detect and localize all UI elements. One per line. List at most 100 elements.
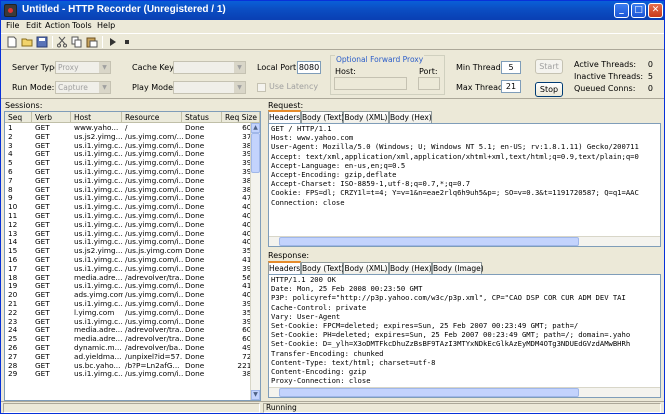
table-row[interactable]: 12 GET us.i1.yimg.c.../us.yimg.com/i... Don… — [5, 220, 256, 230]
menu-tools[interactable]: Tools — [72, 21, 92, 30]
scroll-thumb[interactable] — [251, 133, 260, 173]
max-threads-input[interactable]: 21 — [501, 80, 521, 93]
table-cell: Done — [185, 308, 205, 317]
table-row[interactable]: 28 GET us.bc.yaho.../b?P=Ln2afG... Done 2219 — [5, 362, 256, 371]
play-mode-select[interactable]: ▼ — [173, 81, 246, 94]
table-cell: dynamic.m... — [74, 343, 122, 352]
table-row[interactable]: 26GETdynamic.m.../adrevolver/ba...Done49… — [5, 343, 256, 353]
scroll-up-icon[interactable]: ▲ — [251, 123, 260, 133]
table-row[interactable]: 15 GET us.js2.yimg.../us.js.yimg.com... Don… — [5, 247, 256, 256]
table-row[interactable]: 2GETus.js2.yimg.../us.yimg.com/...Done37… — [5, 132, 256, 142]
column-header-host[interactable]: Host — [71, 112, 122, 123]
table-row[interactable]: 24 GET media.adre.../adrevolver/tra... Done… — [5, 326, 256, 335]
paste-icon[interactable] — [86, 36, 98, 48]
table-row[interactable]: 20GETads.yimg.com/us.yimg.com/i...Done40… — [5, 291, 256, 300]
table-row[interactable]: 17 GET us.i1.yimg.c.../us.yimg.com/i... Don… — [5, 264, 256, 274]
table-row[interactable]: 4 GET us.i1.yimg.c.../us.yimg.com/i... Done… — [5, 150, 256, 159]
cut-icon[interactable] — [56, 36, 68, 48]
stop-icon[interactable] — [121, 36, 133, 48]
table-row[interactable]: 9 GET us.i1.yimg.c.../us.yimg.com/i... Done… — [5, 194, 256, 203]
minimize-button[interactable]: _ — [614, 3, 629, 18]
table-row[interactable]: 25 GET media.adre.../adrevolver/tra... Done… — [5, 335, 256, 344]
play-icon[interactable] — [107, 36, 119, 48]
run-mode-select[interactable]: Capture ▼ — [55, 81, 111, 94]
response-text[interactable]: HTTP/1.1 200 OK Date: Mon, 25 Feb 2008 00… — [268, 274, 661, 398]
close-button[interactable]: ✕ — [648, 3, 663, 18]
table-row[interactable]: 10 GET us.i1.yimg.c.../us.yimg.com/i... Don… — [5, 203, 256, 212]
title-bar[interactable]: Untitled - HTTP Recorder (Unregistered /… — [1, 1, 664, 20]
table-cell: 8 — [8, 185, 13, 194]
response-hscrollbar[interactable] — [269, 387, 660, 397]
table-row[interactable]: 18 GET media.adre.../adrevolver/tra... Done… — [5, 274, 256, 283]
use-latency-checkbox[interactable] — [257, 83, 266, 92]
table-cell: Done — [185, 264, 205, 273]
table-row[interactable]: 21 GET us.i1.yimg.c.../us.yimg.com/i... Don… — [5, 300, 256, 309]
table-row[interactable]: 14 GET us.i1.yimg.c.../us.yimg.com/i... Don… — [5, 238, 256, 247]
menu-help[interactable]: Help — [97, 21, 115, 30]
open-folder-icon[interactable] — [21, 36, 33, 48]
column-header-req-size[interactable]: Req Size — [222, 112, 260, 123]
menu-edit[interactable]: Edit — [26, 21, 42, 30]
table-row[interactable]: 19 GET us.i1.yimg.c.../us.yimg.com/i... Don… — [5, 282, 256, 291]
table-cell: GET — [35, 211, 50, 220]
menu-action[interactable]: Action — [45, 21, 70, 30]
table-row[interactable]: 27GETad.yieldma.../unpixel?id=57...Done7… — [5, 353, 256, 362]
scroll-thumb[interactable] — [279, 237, 579, 246]
table-row[interactable]: 6 GET us.i1.yimg.c.../us.yimg.com/i... Done… — [5, 167, 256, 177]
start-button[interactable]: Start — [535, 59, 563, 74]
tab-request-body-xml[interactable]: Body (XML) — [343, 111, 389, 123]
table-row[interactable]: 11 GET us.i1.yimg.c.../us.yimg.com/i... Don… — [5, 211, 256, 221]
table-row[interactable]: 7 GET us.i1.yimg.c.../us.yimg.com/i... Done… — [5, 177, 256, 186]
copy-icon[interactable] — [71, 36, 83, 48]
forward-host-input[interactable] — [334, 77, 407, 90]
forward-proxy-title: Optional Forward Proxy — [335, 55, 425, 64]
table-row[interactable]: 5 GET us.i1.yimg.c.../us.yimg.com/i... Done… — [5, 159, 256, 168]
scroll-down-icon[interactable]: ▼ — [251, 390, 260, 400]
table-cell: us.i1.yimg.c... — [74, 141, 123, 150]
table-cell: GET — [35, 220, 50, 229]
sessions-rows: 1GETwww.yaho.../Done6042GETus.js2.yimg..… — [5, 124, 256, 379]
table-cell: GET — [35, 132, 50, 141]
request-hscrollbar[interactable] — [269, 236, 660, 246]
vertical-splitter[interactable] — [262, 99, 265, 401]
tab-response-body-xml[interactable]: Body (XML) — [343, 262, 389, 274]
table-row[interactable]: 23 GET us.i1.yimg.c.../us.yimg.com/i... Don… — [5, 318, 256, 327]
column-header-status[interactable]: Status — [182, 112, 222, 123]
tab-response-headers[interactable]: Headers — [268, 261, 301, 274]
sessions-table[interactable]: Seq Verb Host Resource Status Req Size 1… — [4, 111, 261, 401]
column-header-seq[interactable]: Seq — [5, 112, 32, 123]
scroll-thumb[interactable] — [279, 388, 579, 397]
local-port-input[interactable]: 8080 — [297, 61, 321, 74]
text-line: Connection: close — [271, 197, 345, 207]
server-type-select[interactable]: Proxy ▼ — [55, 61, 111, 74]
tab-request-body-text[interactable]: Body (Text) — [301, 111, 344, 123]
table-row[interactable]: 13 GET us.i1.yimg.c.../us.yimg.com/i... Don… — [5, 230, 256, 239]
menu-file[interactable]: File — [6, 21, 19, 30]
sessions-scrollbar[interactable]: ▲ ▼ — [250, 123, 260, 400]
request-text[interactable]: GET / HTTP/1.1 Host: www.yahoo.com User-Ag… — [268, 123, 661, 247]
maximize-button[interactable]: □ — [631, 3, 646, 18]
tab-request-body-hex[interactable]: Body (Hex) — [389, 111, 432, 123]
table-row[interactable]: 29 GET us.i1.yimg.c.../us.yimg.com/i... Don… — [5, 370, 256, 379]
table-row[interactable]: 1GETwww.yaho.../Done604 — [5, 124, 256, 133]
tab-response-body-hex[interactable]: Body (Hex) — [389, 262, 432, 274]
table-row[interactable]: 8 GET us.i1.yimg.c.../us.yimg.com/i... Done… — [5, 185, 256, 195]
table-row[interactable]: 22GETl.yimg.com/us.yimg.com/i...Done351 — [5, 308, 256, 318]
new-file-icon[interactable] — [6, 36, 18, 48]
save-icon[interactable] — [36, 36, 48, 48]
tab-request-headers[interactable]: Headers — [268, 110, 301, 123]
column-header-resource[interactable]: Resource — [122, 112, 182, 123]
tab-response-body-image[interactable]: Body (Image) — [432, 262, 484, 274]
table-cell: Done — [185, 220, 205, 229]
forward-port-input[interactable] — [418, 77, 440, 90]
table-cell: 22 — [8, 308, 18, 317]
table-row[interactable]: 3 GET us.i1.yimg.c.../us.yimg.com/i... Done… — [5, 141, 256, 151]
cache-key-select[interactable]: ▼ — [173, 61, 246, 74]
table-row[interactable]: 16 GET us.i1.yimg.c.../us.yimg.com/i... Don… — [5, 256, 256, 265]
table-cell: /us.yimg.com/i... — [125, 167, 183, 176]
min-threads-input[interactable]: 5 — [501, 61, 521, 74]
stop-button[interactable]: Stop — [535, 82, 563, 97]
column-header-verb[interactable]: Verb — [32, 112, 71, 123]
table-cell: Done — [185, 132, 205, 141]
tab-response-body-text[interactable]: Body (Text) — [301, 262, 344, 274]
